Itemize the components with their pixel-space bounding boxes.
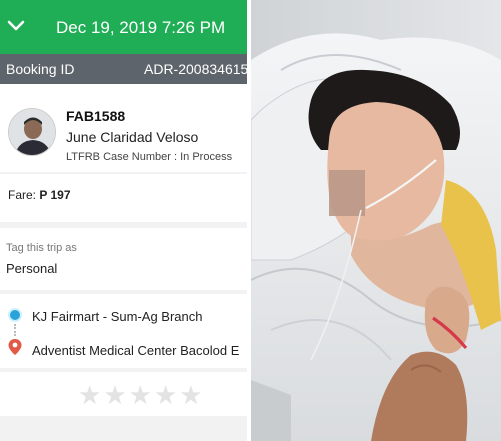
driver-avatar [8, 108, 56, 156]
route-section: KJ Fairmart - Sum-Ag Branch Adventist Me… [0, 294, 247, 368]
trip-receipt-panel: Dec 19, 2019 7:26 PM Booking ID ADR-2008… [0, 0, 247, 441]
trip-tag-value[interactable]: Personal [6, 261, 57, 276]
driver-case-number: LTFRB Case Number : In Process [66, 151, 233, 163]
dropoff-location: Adventist Medical Center Bacolod E [32, 343, 240, 358]
dropoff-pin-icon [8, 339, 22, 355]
trip-header: Dec 19, 2019 7:26 PM [0, 0, 247, 54]
driver-name: June Claridad Veloso [66, 129, 199, 145]
driver-photo-icon [9, 109, 55, 155]
trip-tag-label: Tag this trip as [6, 242, 77, 254]
booking-id-label: Booking ID [6, 61, 75, 77]
pickup-location: KJ Fairmart - Sum-Ag Branch [32, 309, 203, 324]
trip-datetime: Dec 19, 2019 7:26 PM [56, 18, 226, 37]
star-icon[interactable]: ★ [129, 380, 154, 411]
patient-photo-image [251, 0, 501, 441]
star-icon[interactable]: ★ [154, 380, 179, 411]
booking-id-value: ADR-200834615 [144, 61, 247, 77]
rating-row: ★★★★★ [0, 372, 247, 416]
fare-row: Fare: P 197 [0, 174, 247, 222]
star-icon[interactable]: ★ [78, 380, 103, 411]
fare-amount: P 197 [39, 188, 71, 202]
trip-tag-row[interactable]: Tag this trip as Personal [0, 228, 247, 290]
star-icon[interactable]: ★ [103, 380, 128, 411]
fare-label: Fare: [8, 188, 37, 202]
driver-card: FAB1588 June Claridad Veloso LTFRB Case … [0, 84, 247, 172]
route-connector [14, 324, 16, 336]
star-icon[interactable]: ★ [179, 380, 204, 411]
chevron-down-icon[interactable] [6, 16, 26, 36]
driver-plate-number: FAB1588 [66, 108, 126, 124]
pickup-pin-icon [8, 308, 22, 322]
star-rating: ★★★★★ [78, 380, 205, 411]
booking-id-bar: Booking ID ADR-200834615 [0, 54, 247, 84]
patient-photo [251, 0, 501, 441]
